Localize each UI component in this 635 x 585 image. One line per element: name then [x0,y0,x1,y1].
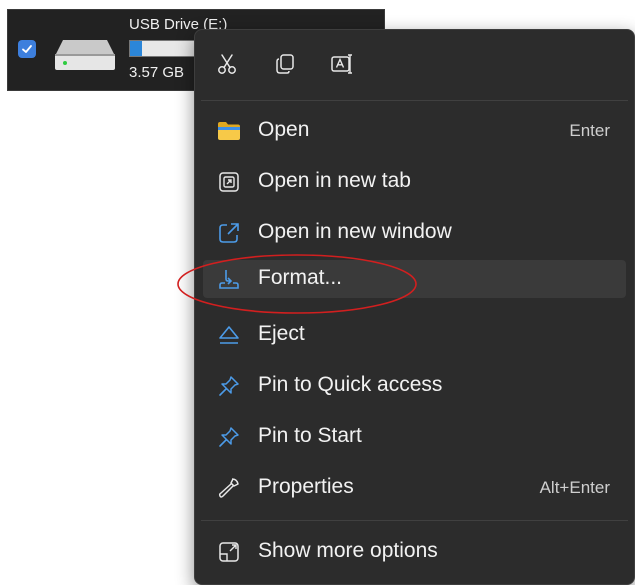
more-options-icon [217,540,241,564]
menu-item-label: Open in new tab [258,169,411,192]
drive-usage-fill [130,41,143,56]
copy-button[interactable] [265,44,305,84]
menu-separator [201,520,628,521]
menu-item-label: Eject [258,322,305,345]
cut-button[interactable] [207,44,247,84]
menu-item-properties[interactable]: Properties Alt+Enter [203,469,626,507]
cut-icon [218,54,236,74]
drive-checkbox[interactable] [18,40,36,58]
wrench-icon [217,476,241,500]
menu-item-show-more-options[interactable]: Show more options [203,533,626,571]
menu-item-label: Pin to Quick access [258,373,443,396]
menu-item-pin-to-quick-access[interactable]: Pin to Quick access [203,367,626,405]
format-icon [217,267,241,291]
folder-icon [217,119,241,143]
context-menu: Open Enter Open in new tab Open in new w… [194,29,635,585]
menu-item-label: Properties [258,475,354,498]
rename-icon [331,54,352,74]
rename-button[interactable] [323,44,363,84]
menu-item-label: Pin to Start [258,424,362,447]
new-window-icon [217,221,241,245]
copy-icon [276,54,294,74]
screenshot-stage: USB Drive (E:) 3.57 GB Open Enter Open i… [0,0,635,585]
drive-icon [55,40,115,70]
menu-item-label: Open in new window [258,220,452,243]
toolbar-separator [201,100,628,101]
menu-item-eject[interactable]: Eject [203,316,626,354]
menu-item-format[interactable]: Format... [203,260,626,298]
quick-action-toolbar [207,44,363,84]
menu-item-shortcut: Alt+Enter [539,478,610,497]
menu-item-label: Format... [258,266,343,289]
pin-icon [217,374,241,398]
menu-item-open-in-new-tab[interactable]: Open in new tab [203,163,626,201]
menu-item-shortcut: Enter [569,121,610,140]
menu-item-open[interactable]: Open Enter [203,112,626,150]
eject-icon [217,323,241,347]
pin-icon [217,425,241,449]
drive-space-text: 3.57 GB [129,64,185,81]
checkmark-icon [22,45,32,53]
new-tab-icon [217,170,241,194]
menu-item-pin-to-start[interactable]: Pin to Start [203,418,626,456]
menu-item-label: Open [258,118,310,141]
menu-item-label: Show more options [258,539,438,562]
menu-item-open-in-new-window[interactable]: Open in new window [203,214,626,252]
